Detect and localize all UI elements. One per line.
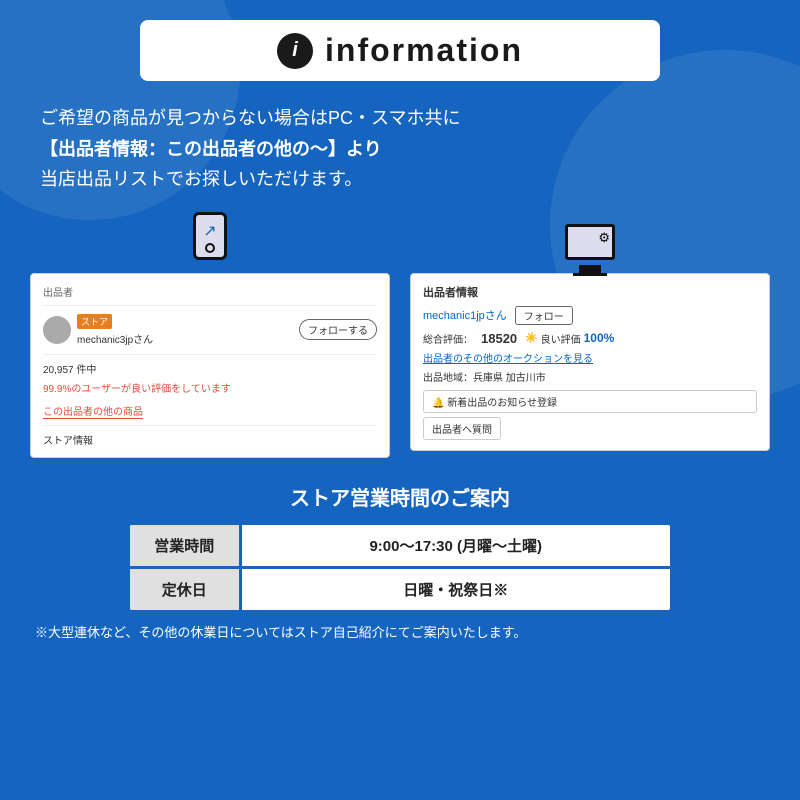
store-hours-section: ストア営業時間のご案内 営業時間 9:00〜17:30 (月曜〜土曜) 定休日 … [30, 482, 770, 641]
info-title: information [325, 32, 523, 69]
hours-label-1: 営業時間 [130, 525, 240, 568]
desc-line2: 【出品者情報：この出品者の他の〜】より [40, 134, 760, 165]
pc-seller-name[interactable]: mechanic1jpさん [423, 307, 507, 323]
hours-label-2: 定休日 [130, 567, 240, 610]
pc-location: 出品地域：兵庫県 加古川市 [423, 369, 757, 384]
hours-row-2: 定休日 日曜・祝祭日※ [130, 567, 670, 610]
pc-good-rating: ☀️ 良い評価 100% [525, 331, 614, 346]
mobile-store-badge: ストア [77, 314, 112, 329]
pc-notify-btn[interactable]: 🔔 新着出品のお知らせ登録 [423, 390, 757, 413]
info-icon: i [277, 33, 313, 69]
hours-row-1: 営業時間 9:00〜17:30 (月曜〜土曜) [130, 525, 670, 568]
pc-seller-header: 出品者情報 [423, 284, 757, 300]
mobile-follow-btn[interactable]: フォローする [299, 319, 377, 340]
screenshots-row: ↗ 出品者 ストア mechanic3jpさん フォローする 20,957 件中 [30, 215, 770, 458]
mobile-seller-header: 出品者 [43, 284, 377, 306]
pc-screenshot-box: 出品者情報 mechanic1jpさん フォロー 総合評価： 18520 ☀️ … [410, 273, 770, 451]
hours-value-1: 9:00〜17:30 (月曜〜土曜) [240, 525, 670, 568]
desc-line1: ご希望の商品が見つからない場合はPC・スマホ共に [40, 103, 760, 134]
mobile-other-items-link[interactable]: この出品者の他の商品 [43, 403, 143, 419]
description-block: ご希望の商品が見つからない場合はPC・スマホ共に 【出品者情報：この出品者の他の… [30, 103, 770, 195]
hours-table: 営業時間 9:00〜17:30 (月曜〜土曜) 定休日 日曜・祝祭日※ [130, 525, 670, 610]
hours-value-2: 日曜・祝祭日※ [240, 567, 670, 610]
desc-line2-text: 【出品者情報：この出品者の他の〜】より [40, 139, 382, 159]
main-container: i information ご希望の商品が見つからない場合はPC・スマホ共に 【… [0, 0, 800, 800]
footer-note: ※大型連休など、その他の休業日についてはストア自己紹介にてご案内いたします。 [30, 622, 770, 641]
mobile-screenshot-container: ↗ 出品者 ストア mechanic3jpさん フォローする 20,957 件中 [30, 215, 390, 458]
mobile-positive-rate: 99.9%のユーザーが良い評価をしています [43, 380, 377, 395]
mobile-store-info: ストア情報 [43, 425, 377, 447]
mobile-avatar [43, 316, 71, 344]
pc-good-pct: 100% [584, 331, 615, 345]
pc-rating-value: 18520 [481, 331, 517, 346]
pc-rating-label: 総合評価： [423, 331, 473, 346]
pc-screenshot-container: ⚙ 出品者情報 mechanic1jpさん フォロー 総合評価： 18520 ☀… [410, 215, 770, 451]
pc-auction-link[interactable]: 出品者のその他のオークションを見る [423, 350, 757, 365]
desc-line3: 当店出品リストでお探しいただけます。 [40, 164, 760, 195]
mobile-screenshot-box: 出品者 ストア mechanic3jpさん フォローする 20,957 件中 9… [30, 273, 390, 458]
store-hours-title: ストア営業時間のご案内 [30, 482, 770, 511]
mobile-seller-name: mechanic3jpさん [77, 331, 299, 346]
info-header-box: i information [140, 20, 660, 81]
pc-follow-btn[interactable]: フォロー [515, 306, 573, 325]
mobile-stats: 20,957 件中 [43, 354, 377, 376]
pc-question-btn[interactable]: 出品者へ質問 [423, 417, 501, 440]
